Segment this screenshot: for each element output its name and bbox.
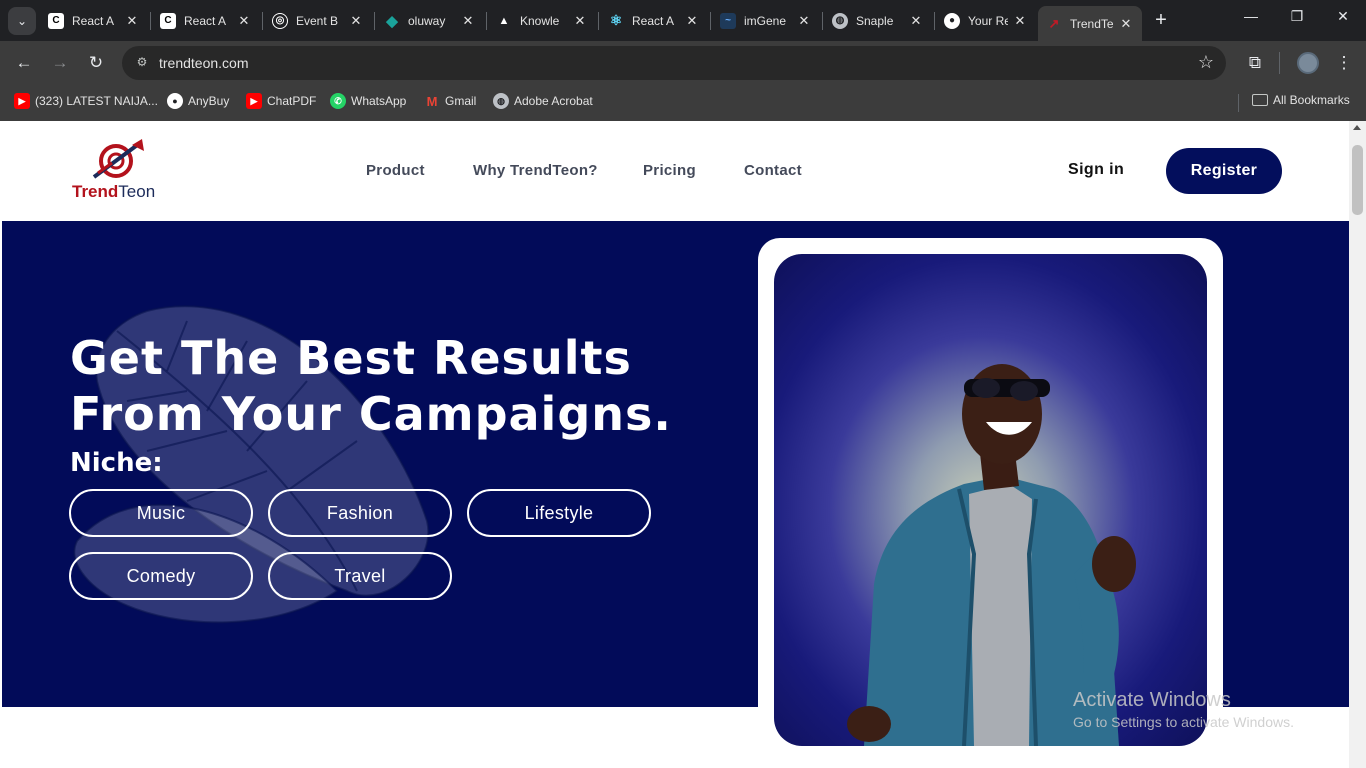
profile-avatar[interactable] — [1297, 52, 1319, 74]
niche-chip-music[interactable]: Music — [69, 489, 253, 537]
reload-button[interactable]: ↻ — [84, 51, 108, 75]
close-icon[interactable]: ✕ — [124, 13, 140, 29]
person-illustration — [847, 364, 1136, 746]
close-icon[interactable]: ✕ — [460, 13, 476, 29]
niche-chip-travel[interactable]: Travel — [268, 552, 452, 600]
bookmark-item[interactable]: ◍ Adobe Acrobat — [493, 93, 593, 109]
window-close-button[interactable]: ✕ — [1320, 8, 1366, 25]
hero-title: Get The Best Results From Your Campaigns… — [70, 331, 672, 441]
browser-tab[interactable]: ~ imGene ✕ — [712, 6, 820, 35]
niche-chip-comedy[interactable]: Comedy — [69, 552, 253, 600]
register-button[interactable]: Register — [1166, 148, 1282, 194]
browser-tab[interactable]: ● Your Re ✕ — [936, 6, 1036, 35]
restore-button[interactable]: ❐ — [1274, 8, 1320, 25]
logo-wordmark[interactable]: TrendTeon — [72, 182, 155, 202]
close-icon[interactable]: ✕ — [1012, 13, 1028, 29]
close-icon[interactable]: ✕ — [572, 13, 588, 29]
tab-search-button[interactable]: ⌄ — [8, 7, 36, 35]
wave-icon: ~ — [720, 12, 736, 29]
diamond-icon: ◆ — [386, 12, 398, 30]
browser-tab[interactable]: ◆ oluway ✕ — [376, 6, 484, 35]
triangle-icon: ▲ — [498, 14, 510, 27]
browser-tab[interactable]: ◎ Event B ✕ — [264, 6, 372, 35]
bookmark-item[interactable]: M Gmail — [424, 93, 477, 109]
new-tab-button[interactable]: + — [1150, 9, 1172, 31]
scrollbar-thumb[interactable] — [1352, 145, 1363, 215]
bookmark-item[interactable]: ● AnyBuy — [167, 93, 229, 109]
codesandbox-icon: C — [48, 12, 64, 29]
close-icon[interactable]: ✕ — [684, 13, 700, 29]
nav-product[interactable]: Product — [366, 162, 425, 179]
address-bar[interactable]: ⚙ trendteon.com ☆ — [122, 46, 1226, 80]
minimize-button[interactable]: — — [1228, 8, 1274, 24]
activate-windows-subtext: Go to Settings to activate Windows. — [1073, 714, 1294, 730]
chevron-down-icon: ⌄ — [16, 14, 28, 28]
close-icon[interactable]: ✕ — [908, 13, 924, 29]
browser-tab-bar: ⌄ C React A ✕ C React A ✕ ◎ Event B ✕ ◆ … — [0, 0, 1366, 41]
nav-why-trendteon[interactable]: Why TrendTeon? — [473, 162, 598, 179]
bookmark-item[interactable]: ✆ WhatsApp — [330, 93, 406, 109]
close-icon[interactable]: ✕ — [1118, 16, 1134, 32]
gmail-icon: M — [426, 93, 438, 109]
niche-label: Niche: — [70, 448, 163, 478]
browser-tab-active[interactable]: ↗ TrendTe ✕ — [1038, 6, 1142, 41]
hero-photo-smiling-man — [774, 254, 1207, 746]
browser-tab[interactable]: ◍ Snaple ✕ — [824, 6, 932, 35]
page-viewport: TrendTeon Product Why TrendTeon? Pricing… — [0, 121, 1349, 768]
nav-pricing[interactable]: Pricing — [643, 162, 696, 179]
bookmark-item[interactable]: ▶ ChatPDF — [246, 93, 316, 109]
site-settings-icon[interactable]: ⚙ — [134, 55, 150, 71]
niche-chip-fashion[interactable]: Fashion — [268, 489, 452, 537]
menu-kebab-icon[interactable]: ⋮ — [1332, 51, 1356, 75]
globe-icon: ◍ — [832, 12, 848, 29]
url-text: trendteon.com — [159, 55, 249, 71]
browser-toolbar: ← → ↻ ⚙ trendteon.com ☆ ⧉ ⋮ — [0, 41, 1366, 85]
openai-icon: ◎ — [272, 12, 288, 29]
github-icon: ● — [944, 12, 960, 29]
browser-tab[interactable]: ⚛ React A ✕ — [600, 6, 708, 35]
nav-contact[interactable]: Contact — [744, 162, 802, 179]
globe-icon: ◍ — [493, 93, 509, 109]
site-header: TrendTeon Product Why TrendTeon? Pricing… — [0, 121, 1349, 221]
youtube-icon: ▶ — [246, 93, 262, 109]
react-icon: ⚛ — [609, 12, 623, 28]
youtube-icon: ▶ — [14, 93, 30, 109]
browser-tab[interactable]: C React A ✕ — [40, 6, 148, 35]
activate-windows-watermark: Activate Windows — [1073, 689, 1231, 711]
sign-in-link[interactable]: Sign in — [1068, 161, 1124, 179]
forward-button[interactable]: → — [48, 51, 72, 75]
close-icon[interactable]: ✕ — [236, 13, 252, 29]
extensions-icon[interactable]: ⧉ — [1243, 51, 1267, 75]
close-icon[interactable]: ✕ — [348, 13, 364, 29]
browser-tab[interactable]: C React A ✕ — [152, 6, 260, 35]
codesandbox-icon: C — [160, 12, 176, 29]
bookmark-item[interactable]: ▶ (323) LATEST NAIJA... — [14, 93, 158, 109]
bookmark-star-icon[interactable]: ☆ — [1198, 52, 1214, 73]
niche-chip-lifestyle[interactable]: Lifestyle — [467, 489, 651, 537]
browser-tab[interactable]: ▲ Knowle ✕ — [488, 6, 596, 35]
bookmarks-bar: ▶ (323) LATEST NAIJA... ● AnyBuy ▶ ChatP… — [0, 85, 1366, 121]
page-scrollbar[interactable] — [1349, 121, 1366, 768]
back-button[interactable]: ← — [12, 51, 36, 75]
trendteon-icon: ↗ — [1048, 15, 1060, 31]
scroll-up-arrow-icon[interactable] — [1353, 125, 1361, 130]
all-bookmarks-button[interactable]: All Bookmarks — [1252, 93, 1350, 107]
folder-icon — [1252, 94, 1268, 106]
whatsapp-icon: ✆ — [330, 93, 346, 109]
close-icon[interactable]: ✕ — [796, 13, 812, 29]
github-icon: ● — [167, 93, 183, 109]
